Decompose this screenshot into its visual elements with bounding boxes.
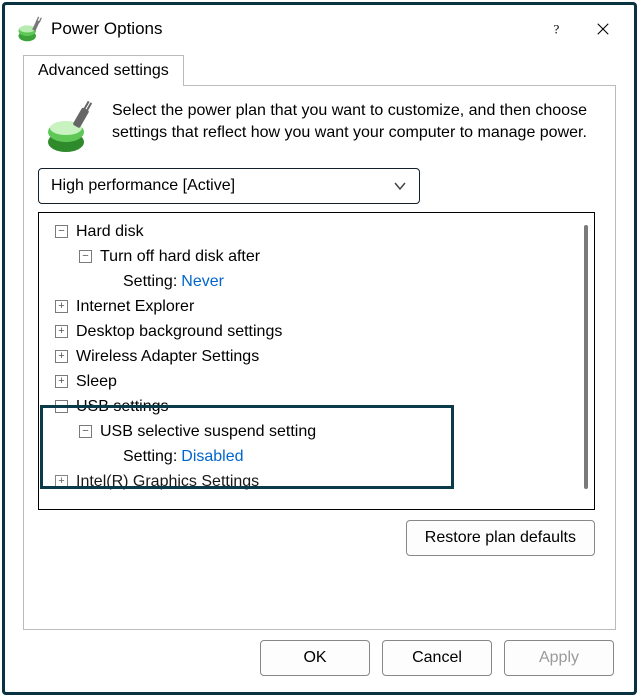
dialog-buttons: OK Cancel Apply — [5, 630, 634, 692]
collapse-icon[interactable] — [79, 250, 92, 263]
expand-icon[interactable] — [55, 300, 68, 313]
power-options-dialog: Power Options ? Advanced settings — [2, 2, 637, 695]
cancel-button[interactable]: Cancel — [382, 640, 492, 676]
tree-label: Wireless Adapter Settings — [76, 345, 259, 369]
tree-label: Intel(R) Graphics Settings — [76, 470, 259, 494]
tree-label: Internet Explorer — [76, 295, 194, 319]
tree-label: Turn off hard disk after — [100, 245, 260, 269]
restore-plan-defaults-button[interactable]: Restore plan defaults — [406, 520, 595, 556]
power-options-icon — [15, 15, 43, 43]
tree-label: Sleep — [76, 370, 117, 394]
expand-icon[interactable] — [55, 475, 68, 488]
svg-text:?: ? — [554, 22, 560, 36]
help-button[interactable]: ? — [534, 13, 580, 45]
battery-plug-icon — [42, 100, 98, 156]
window-title: Power Options — [43, 19, 534, 39]
tab-advanced-settings[interactable]: Advanced settings — [23, 55, 184, 86]
collapse-icon[interactable] — [79, 425, 92, 438]
close-button[interactable] — [580, 13, 626, 45]
setting-value[interactable]: Disabled — [181, 445, 243, 469]
tree-item-internet-explorer[interactable]: Internet Explorer — [49, 294, 584, 319]
collapse-icon[interactable] — [55, 225, 68, 238]
setting-label: Setting: — [123, 445, 177, 469]
tree-item-hard-disk[interactable]: Hard disk — [49, 219, 584, 244]
setting-value[interactable]: Never — [181, 270, 224, 294]
tree-item-usb-settings[interactable]: USB settings — [49, 394, 584, 419]
chevron-down-icon — [393, 179, 407, 193]
tabs: Advanced settings — [5, 49, 634, 86]
ok-button[interactable]: OK — [260, 640, 370, 676]
settings-tree[interactable]: Hard disk Turn off hard disk after Setti… — [38, 212, 595, 510]
tree-item-sleep[interactable]: Sleep — [49, 369, 584, 394]
expand-icon[interactable] — [55, 350, 68, 363]
tree-item-desktop-background-settings[interactable]: Desktop background settings — [49, 319, 584, 344]
power-plan-selected: High performance [Active] — [51, 177, 235, 195]
expand-icon[interactable] — [55, 325, 68, 338]
tree-label: USB selective suspend setting — [100, 420, 316, 444]
tree-item-turn-off-hard-disk-after[interactable]: Turn off hard disk after — [49, 244, 584, 269]
tree-item-intel-graphics-settings[interactable]: Intel(R) Graphics Settings — [49, 469, 584, 494]
tree-label: Desktop background settings — [76, 320, 282, 344]
collapse-icon[interactable] — [55, 400, 68, 413]
apply-button: Apply — [504, 640, 614, 676]
tree-label: Hard disk — [76, 220, 144, 244]
title-bar: Power Options ? — [5, 5, 634, 49]
intro: Select the power plan that you want to c… — [38, 100, 601, 168]
power-plan-select[interactable]: High performance [Active] — [38, 168, 420, 204]
scrollbar[interactable] — [584, 225, 588, 489]
tree-setting-usb-selective-suspend[interactable]: Setting: Disabled — [49, 444, 584, 469]
setting-label: Setting: — [123, 270, 177, 294]
tree-setting-hard-disk[interactable]: Setting: Never — [49, 269, 584, 294]
advanced-settings-panel: Select the power plan that you want to c… — [23, 85, 616, 630]
tree-item-usb-selective-suspend[interactable]: USB selective suspend setting — [49, 419, 584, 444]
intro-text: Select the power plan that you want to c… — [112, 100, 597, 156]
tree-item-wireless-adapter-settings[interactable]: Wireless Adapter Settings — [49, 344, 584, 369]
tree-label: USB settings — [76, 395, 168, 419]
expand-icon[interactable] — [55, 375, 68, 388]
